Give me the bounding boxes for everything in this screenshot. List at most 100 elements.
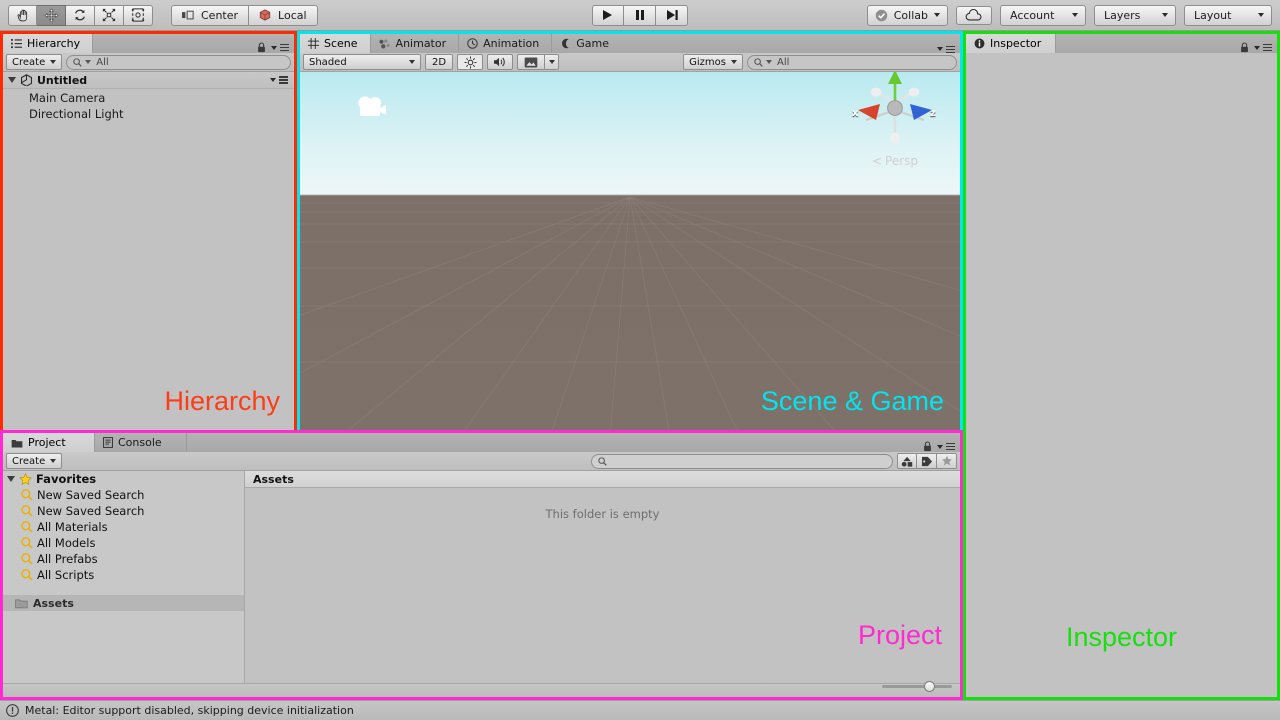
gamepad-icon — [562, 38, 569, 49]
tab-scene[interactable]: Scene — [300, 34, 371, 53]
breadcrumb-label: Assets — [253, 472, 294, 486]
foldout-arrow-icon[interactable] — [7, 476, 15, 482]
tab-inspector[interactable]: Inspector — [966, 34, 1056, 53]
layout-button[interactable]: Layout — [1184, 4, 1272, 26]
hand-tool-button[interactable] — [8, 4, 37, 26]
chevron-down-icon — [1072, 13, 1078, 17]
scene-fx-dropdown[interactable] — [545, 54, 559, 70]
layers-button[interactable]: Layers — [1094, 4, 1176, 26]
scene-menu-icon[interactable] — [937, 45, 955, 53]
favorite-item[interactable]: All Scripts — [3, 567, 244, 583]
asset-zoom-slider[interactable] — [882, 679, 952, 693]
hierarchy-menu-icon[interactable] — [271, 43, 289, 52]
speaker-icon — [494, 57, 505, 67]
hierarchy-panel: Hierarchy Create All Untitled Main Camer… — [0, 31, 297, 434]
scene-fx-button[interactable] — [517, 54, 545, 70]
lock-icon[interactable] — [923, 441, 932, 452]
toggle-2d-button[interactable]: 2D — [425, 54, 453, 70]
search-icon — [73, 57, 82, 67]
tab-hierarchy[interactable]: Hierarchy — [3, 34, 94, 53]
gizmo-x-label: x — [852, 108, 859, 119]
folder-icon — [15, 598, 28, 608]
favorite-item[interactable]: New Saved Search — [3, 503, 244, 519]
lock-icon[interactable] — [1240, 42, 1249, 53]
favorites-label: Favorites — [36, 472, 97, 486]
inspector-menu-icon[interactable] — [1254, 43, 1272, 52]
hierarchy-item-directional-light[interactable]: Directional Light — [3, 106, 294, 122]
scene-game-panel: Scene Animator Animation Game Shaded 2D … — [297, 31, 963, 434]
scene-context-menu-icon[interactable] — [270, 76, 288, 84]
tab-animator[interactable]: Animator — [371, 34, 460, 53]
tab-game[interactable]: Game — [552, 34, 621, 53]
scene-orientation-gizmo[interactable]: x z < Persp — [850, 72, 940, 180]
hierarchy-item-main-camera[interactable]: Main Camera — [3, 90, 294, 106]
tab-game-label: Game — [576, 37, 609, 50]
favorite-item[interactable]: All Models — [3, 535, 244, 551]
draw-mode-dropdown[interactable]: Shaded — [303, 54, 421, 70]
rect-tool-button[interactable] — [124, 4, 153, 26]
assets-folder-row[interactable]: Assets — [3, 595, 244, 611]
star-icon — [19, 472, 32, 485]
scene-audio-button[interactable] — [487, 54, 513, 70]
assets-breadcrumb[interactable]: Assets — [245, 471, 960, 488]
slider-track — [882, 684, 952, 688]
scene-toolbar: Shaded 2D Gizmos All — [300, 53, 960, 72]
account-button[interactable]: Account — [1000, 4, 1086, 26]
pause-button[interactable] — [624, 4, 656, 26]
favorite-item-label: All Models — [37, 536, 96, 550]
hierarchy-item-label: Main Camera — [29, 91, 106, 105]
favorite-filter-button[interactable] — [937, 453, 957, 469]
tab-inspector-label: Inspector — [990, 37, 1042, 50]
tab-project[interactable]: Project — [3, 433, 95, 452]
inspector-tabbar: Inspector — [966, 34, 1277, 53]
hierarchy-search-input[interactable]: All — [66, 54, 291, 70]
project-search-input[interactable] — [591, 453, 893, 469]
transform-tool-buttons — [8, 4, 153, 26]
play-button[interactable] — [592, 4, 624, 26]
type-filter-button[interactable] — [897, 453, 917, 469]
pivot-center-icon — [182, 10, 194, 19]
layers-label: Layers — [1104, 8, 1141, 22]
slider-knob[interactable] — [924, 680, 935, 692]
status-message: Metal: Editor support disabled, skipping… — [25, 704, 354, 717]
info-icon — [974, 38, 985, 49]
scene-lighting-button[interactable] — [457, 54, 483, 70]
search-icon — [754, 57, 763, 67]
status-bar[interactable]: Metal: Editor support disabled, skipping… — [0, 700, 1280, 720]
hierarchy-object-list: Main Camera Directional Light — [3, 89, 294, 122]
pivot-rotation-button[interactable]: Local — [249, 4, 318, 26]
rotate-tool-button[interactable] — [66, 4, 95, 26]
project-subbar: Create — [3, 452, 960, 471]
gizmo-projection-mode[interactable]: < Persp — [850, 154, 940, 168]
project-create-button[interactable]: Create — [6, 453, 63, 469]
favorites-header[interactable]: Favorites — [3, 471, 244, 487]
console-icon — [103, 437, 113, 448]
scale-tool-button[interactable] — [95, 4, 124, 26]
chevron-down-icon — [934, 13, 940, 17]
scene-root-row[interactable]: Untitled — [3, 72, 294, 89]
pivot-mode-button[interactable]: Center — [171, 4, 250, 26]
favorite-item[interactable]: All Prefabs — [3, 551, 244, 567]
sun-icon — [464, 56, 476, 68]
scene-viewport[interactable]: x z < Persp Scene & Game — [300, 72, 960, 431]
favorite-item-label: New Saved Search — [37, 504, 145, 518]
cloud-button[interactable] — [956, 5, 992, 25]
favorite-item[interactable]: New Saved Search — [3, 487, 244, 503]
tab-animation[interactable]: Animation — [459, 34, 553, 53]
main-toolbar: Center Local Collab Account Layers Layou… — [0, 0, 1280, 31]
tab-console[interactable]: Console — [95, 433, 187, 452]
create-button[interactable]: Create — [6, 54, 63, 70]
favorite-item[interactable]: All Materials — [3, 519, 244, 535]
label-filter-button[interactable] — [917, 453, 937, 469]
foldout-arrow-icon[interactable] — [8, 77, 16, 83]
lock-icon[interactable] — [257, 42, 266, 53]
move-tool-button[interactable] — [37, 4, 66, 26]
inspector-panel: Inspector Inspector — [963, 31, 1280, 700]
scene-search-input[interactable]: All — [747, 54, 957, 70]
project-menu-icon[interactable] — [937, 442, 955, 451]
gizmos-dropdown[interactable]: Gizmos — [683, 54, 743, 70]
collab-button[interactable]: Collab — [866, 4, 948, 26]
scene-tabbar: Scene Animator Animation Game — [300, 34, 960, 53]
scene-name-label: Untitled — [37, 73, 88, 87]
step-button[interactable] — [656, 4, 688, 26]
